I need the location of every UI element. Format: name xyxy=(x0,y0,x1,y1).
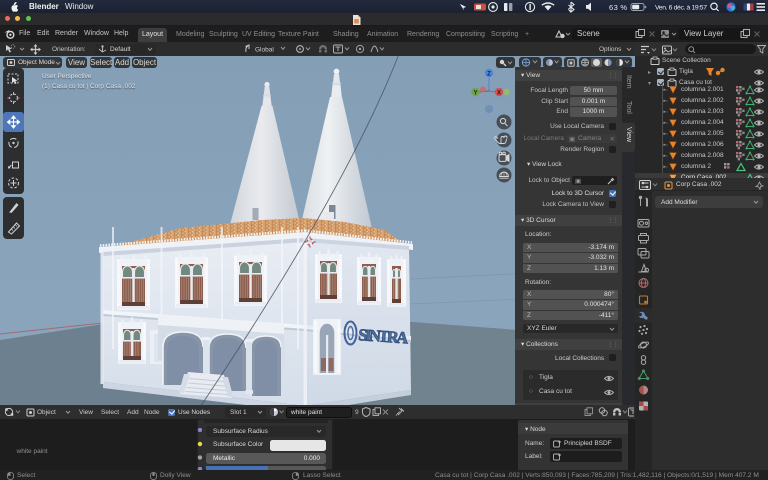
svg-text:SINTRA: SINTRA xyxy=(358,325,409,347)
svg-text:Z: Z xyxy=(487,72,491,78)
svg-text:Ven. 6 déc. à 19:57: Ven. 6 déc. à 19:57 xyxy=(655,5,707,12)
svg-text:X: X xyxy=(497,91,501,97)
svg-text:Global: Global xyxy=(255,47,274,54)
svg-text:63 %: 63 % xyxy=(609,3,627,12)
svg-text:Y: Y xyxy=(473,91,477,97)
